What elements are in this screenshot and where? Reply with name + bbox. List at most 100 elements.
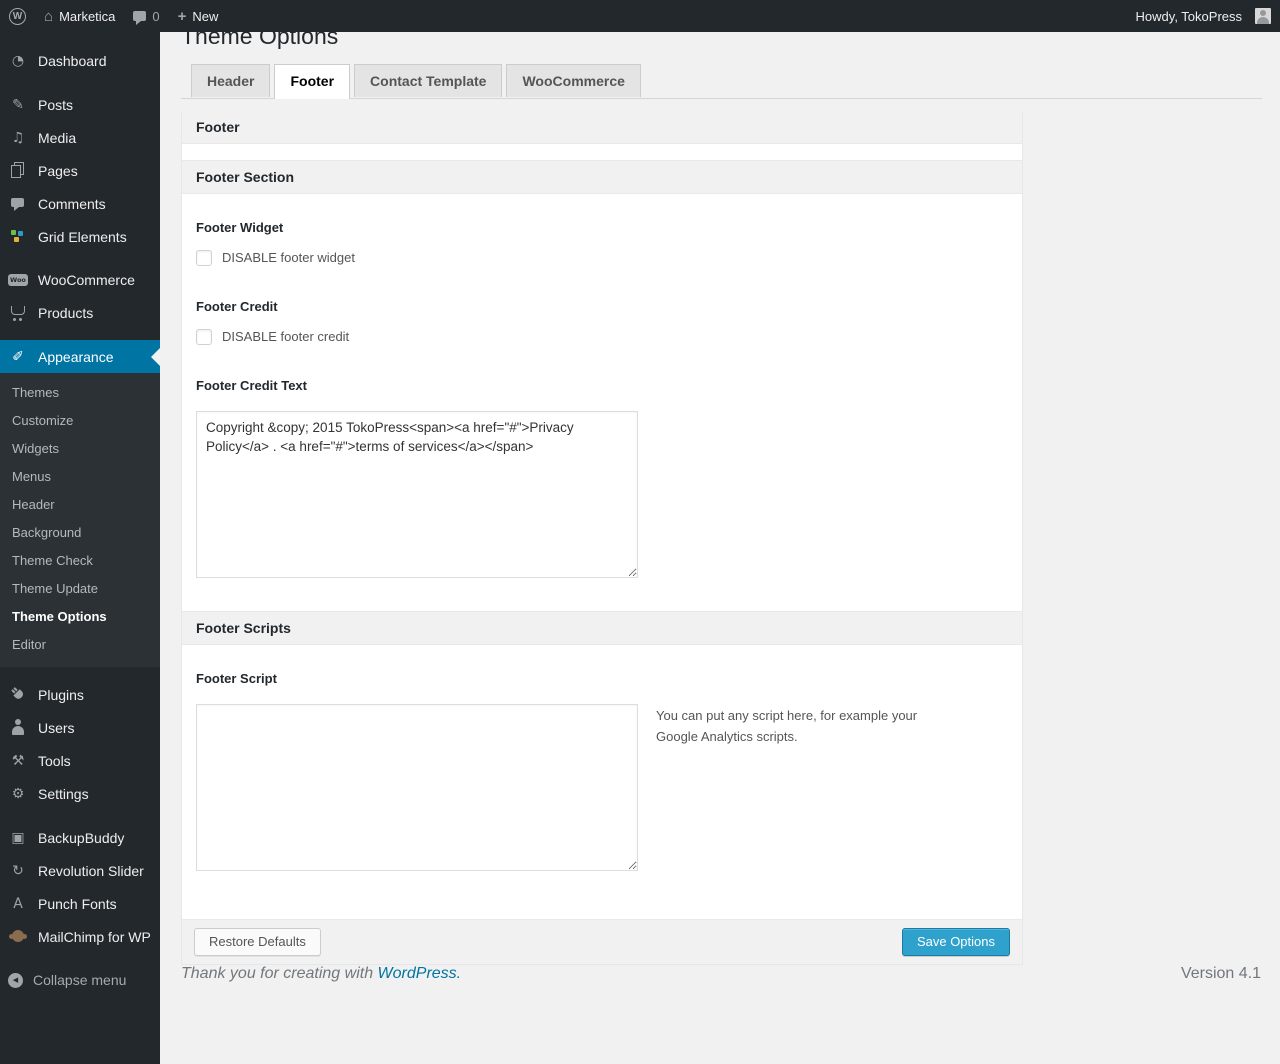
sidebar-item-revolution-slider[interactable]: ↻ Revolution Slider xyxy=(0,854,160,887)
wordpress-logo-icon: W xyxy=(9,7,26,25)
sidebar-item-label: Posts xyxy=(38,96,74,113)
plus-icon: + xyxy=(177,7,187,25)
sidebar-item-label: Dashboard xyxy=(38,52,107,69)
sidebar-item-mailchimp-for-wp[interactable]: MailChimp for WP xyxy=(0,920,160,953)
tab-bar: Header Footer Contact Template WooCommerce xyxy=(181,63,1262,99)
comment-bubble-icon xyxy=(133,11,147,25)
sidebar-item-plugins[interactable]: Plugins xyxy=(0,678,160,711)
tab-footer[interactable]: Footer xyxy=(274,63,351,99)
theme-options-panel: Footer Footer Section Footer Widget DISA… xyxy=(181,110,1023,965)
sidebar-item-posts[interactable]: ✎ Posts xyxy=(0,88,160,121)
settings-icon: ⚙ xyxy=(11,785,25,802)
revslider-icon: ↻ xyxy=(12,862,24,879)
sidebar-subitem-header[interactable]: Header xyxy=(0,490,160,518)
footer-version: Version 4.1 xyxy=(1180,964,1261,982)
sidebar-subitem-widgets[interactable]: Widgets xyxy=(0,434,160,462)
sidebar-item-label: Revolution Slider xyxy=(38,862,144,879)
sidebar: ◔ Dashboard ✎ Posts ♫ Media Pages Comments Grid … xyxy=(0,32,160,1064)
mailchimp-icon xyxy=(8,928,28,945)
tab-header[interactable]: Header xyxy=(191,63,271,97)
sidebar-item-comments[interactable]: Comments xyxy=(0,187,160,220)
tab-contact-template[interactable]: Contact Template xyxy=(354,63,503,97)
users-icon xyxy=(8,719,28,736)
sidebar-subitem-themes[interactable]: Themes xyxy=(0,378,160,406)
sidebar-item-label: Tools xyxy=(38,752,71,769)
sidebar-item-label: Pages xyxy=(38,162,78,179)
sidebar-item-punch-fonts[interactable]: A Punch Fonts xyxy=(0,887,160,920)
sidebar-item-appearance[interactable]: ✐ Appearance xyxy=(0,340,160,373)
footer-thanks: Thank you for creating with WordPress. xyxy=(181,965,461,983)
sidebar-item-label: WooCommerce xyxy=(37,272,135,288)
site-name-label: Marketica xyxy=(59,8,116,24)
howdy-account-menu[interactable]: Howdy, TokoPress xyxy=(1127,0,1280,32)
new-label: New xyxy=(192,8,219,24)
sidebar-item-label: Grid Elements xyxy=(38,228,127,245)
footer-scripts-body: Footer Script You can put any script her… xyxy=(182,645,1022,919)
user-avatar xyxy=(1255,8,1271,24)
sidebar-subitem-theme-update[interactable]: Theme Update xyxy=(0,574,160,602)
sidebar-item-users[interactable]: Users xyxy=(0,711,160,744)
new-content-menu[interactable]: + New xyxy=(169,0,228,32)
sidebar-item-settings[interactable]: ⚙ Settings xyxy=(0,777,160,810)
sidebar-item-label: Appearance xyxy=(38,348,114,365)
sidebar-item-collapse-menu[interactable]: ◀ Collapse menu xyxy=(0,964,160,996)
wordpress-logo-menu[interactable]: W xyxy=(0,0,35,32)
sidebar-item-label: Punch Fonts xyxy=(38,895,117,912)
punchfonts-icon: A xyxy=(13,895,23,912)
appearance-submenu: Themes Customize Widgets Menus Header Backgro… xyxy=(0,373,160,667)
sidebar-subitem-background[interactable]: Background xyxy=(0,518,160,546)
sidebar-item-pages[interactable]: Pages xyxy=(0,154,160,187)
footer-credit-text-textarea[interactable]: Copyright &copy; 2015 TokoPress<span><a … xyxy=(196,410,638,578)
page-footer: Thank you for creating with WordPress. V… xyxy=(181,965,1261,983)
disable-footer-credit-checkbox[interactable] xyxy=(196,328,212,345)
footer-script-label: Footer Script xyxy=(196,670,277,686)
disable-footer-widget-checkbox[interactable] xyxy=(196,249,212,266)
sidebar-item-woocommerce[interactable]: Woo WooCommerce xyxy=(0,264,160,296)
site-name-link[interactable]: ⌂ Marketica xyxy=(35,0,124,32)
sidebar-subitem-theme-options[interactable]: Theme Options xyxy=(0,602,160,630)
sidebar-item-label: Comments xyxy=(38,195,106,212)
comment-count: 0 xyxy=(152,8,160,24)
products-icon xyxy=(8,304,28,321)
panel-heading: Footer xyxy=(182,110,1022,144)
footer-script-description: You can put any script here, for example… xyxy=(656,707,918,744)
current-menu-arrow xyxy=(142,347,160,366)
footer-thanks-text: Thank you for creating with xyxy=(181,964,378,982)
sidebar-item-backupbuddy[interactable]: ▣ BackupBuddy xyxy=(0,821,160,854)
sidebar-item-label: BackupBuddy xyxy=(38,829,125,846)
sidebar-item-grid-elements[interactable]: Grid Elements xyxy=(0,220,160,253)
sidebar-item-label: Products xyxy=(38,304,94,321)
comments-icon xyxy=(8,195,28,212)
sidebar-item-media[interactable]: ♫ Media xyxy=(0,121,160,154)
restore-defaults-button[interactable]: Restore Defaults xyxy=(194,927,321,956)
tab-woocommerce[interactable]: WooCommerce xyxy=(506,63,641,97)
sidebar-item-tools[interactable]: ⚒ Tools xyxy=(0,744,160,777)
footer-script-textarea[interactable] xyxy=(196,703,638,871)
disable-footer-widget-label: DISABLE footer widget xyxy=(222,250,355,266)
sidebar-item-dashboard[interactable]: ◔ Dashboard xyxy=(0,44,160,77)
sidebar-item-label: Collapse menu xyxy=(33,972,127,988)
sidebar-item-products[interactable]: Products xyxy=(0,296,160,329)
woocommerce-icon: Woo xyxy=(8,273,28,287)
sidebar-subitem-customize[interactable]: Customize xyxy=(0,406,160,434)
sidebar-item-label: Plugins xyxy=(38,686,84,703)
sidebar-item-label: Settings xyxy=(38,785,89,802)
save-options-button[interactable]: Save Options xyxy=(901,927,1010,956)
sidebar-subitem-theme-check[interactable]: Theme Check xyxy=(0,546,160,574)
footer-credit-label: Footer Credit xyxy=(196,298,278,314)
footer-scripts-heading: Footer Scripts xyxy=(182,610,1022,645)
appearance-icon: ✐ xyxy=(12,348,24,365)
sidebar-subitem-editor[interactable]: Editor xyxy=(0,630,160,658)
comments-admin-bar-link[interactable]: 0 xyxy=(124,0,168,32)
panel-gap xyxy=(182,143,1022,160)
sidebar-menu: ◔ Dashboard ✎ Posts ♫ Media Pages Comments Grid … xyxy=(0,44,160,996)
media-icon: ♫ xyxy=(11,129,25,146)
sidebar-subitem-menus[interactable]: Menus xyxy=(0,462,160,490)
footer-widget-label: Footer Widget xyxy=(196,219,284,235)
backupbuddy-icon: ▣ xyxy=(11,829,25,846)
wordpress-link[interactable]: WordPress. xyxy=(378,965,462,982)
posts-icon: ✎ xyxy=(12,96,24,113)
tools-icon: ⚒ xyxy=(11,752,25,769)
pages-icon xyxy=(8,162,28,179)
sidebar-item-label: MailChimp for WP xyxy=(38,928,151,945)
